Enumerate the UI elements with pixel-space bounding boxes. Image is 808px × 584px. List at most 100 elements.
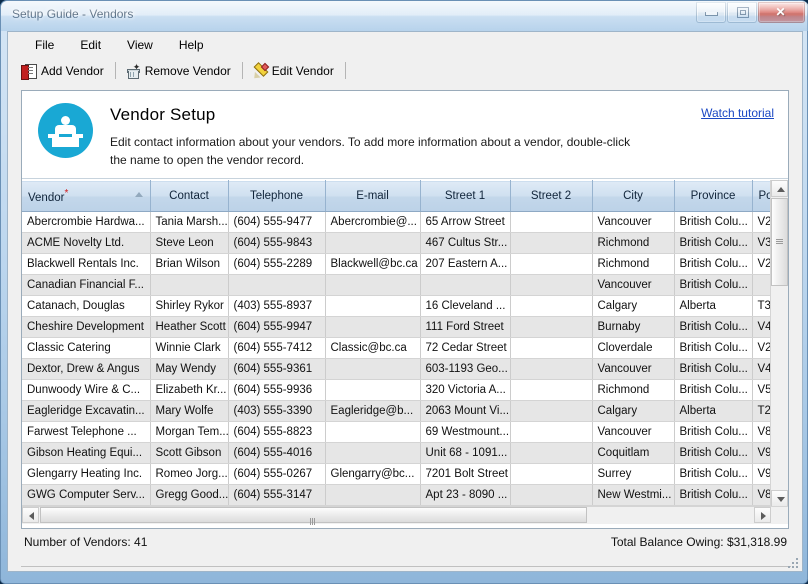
add-vendor-label: Add Vendor	[41, 64, 104, 78]
edit-vendor-button[interactable]: Edit Vendor	[247, 59, 341, 83]
remove-vendor-button[interactable]: ✦ Remove Vendor	[120, 59, 238, 83]
cell-vendor: Glengarry Heating Inc.	[22, 464, 150, 485]
cell-street1: 65 Arrow Street	[420, 212, 510, 233]
column-header-city[interactable]: City	[592, 181, 674, 212]
table-row[interactable]: Classic CateringWinnie Clark(604) 555-74…	[22, 338, 788, 359]
cell-contact: Steve Leon	[150, 233, 228, 254]
cell-city: Richmond	[592, 254, 674, 275]
cell-contact: Mary Wolfe	[150, 401, 228, 422]
resize-grip[interactable]	[786, 556, 798, 568]
cell-vendor: Abercrombie Hardwa...	[22, 212, 150, 233]
cell-street2	[510, 422, 592, 443]
cell-email	[325, 485, 420, 506]
table-row[interactable]: Dunwoody Wire & C...Elizabeth Kr...(604)…	[22, 380, 788, 401]
vendor-count-label: Number of Vendors: 41	[24, 535, 147, 549]
scroll-left-button[interactable]	[22, 507, 39, 523]
chevron-left-icon	[29, 512, 34, 520]
table-row[interactable]: Glengarry Heating Inc.Romeo Jorg...(604)…	[22, 464, 788, 485]
cell-province: British Colu...	[674, 275, 752, 296]
table-body: Abercrombie Hardwa...Tania Marsh...(604)…	[22, 212, 788, 506]
cell-street1: 72 Cedar Street	[420, 338, 510, 359]
scroll-up-button[interactable]	[771, 180, 788, 197]
table-row[interactable]: Eagleridge Excavatin...Mary Wolfe(403) 5…	[22, 401, 788, 422]
application-window: Setup Guide - Vendors ✕ File Edit View H…	[0, 0, 808, 584]
sort-ascending-icon	[135, 192, 143, 197]
cell-street2	[510, 401, 592, 422]
panel-description: Edit contact information about your vend…	[110, 133, 650, 169]
cell-province: British Colu...	[674, 380, 752, 401]
column-header-street1[interactable]: Street 1	[420, 181, 510, 212]
cell-city: Calgary	[592, 401, 674, 422]
column-header-telephone[interactable]: Telephone	[228, 181, 325, 212]
cell-province: British Colu...	[674, 317, 752, 338]
status-row: Number of Vendors: 41 Total Balance Owin…	[21, 535, 789, 565]
cell-email: Eagleridge@b...	[325, 401, 420, 422]
table-row[interactable]: Dextor, Drew & AngusMay Wendy(604) 555-9…	[22, 359, 788, 380]
table-row[interactable]: Catanach, DouglasShirley Rykor(403) 555-…	[22, 296, 788, 317]
table-row[interactable]: Abercrombie Hardwa...Tania Marsh...(604)…	[22, 212, 788, 233]
restore-icon	[737, 7, 749, 18]
column-header-contact[interactable]: Contact	[150, 181, 228, 212]
cell-email	[325, 296, 420, 317]
restore-button[interactable]	[727, 2, 757, 23]
cell-street2	[510, 464, 592, 485]
table-row[interactable]: Cheshire DevelopmentHeather Scott(604) 5…	[22, 317, 788, 338]
cell-street1: 7201 Bolt Street	[420, 464, 510, 485]
table-row[interactable]: GWG Computer Serv...Gregg Good...(604) 5…	[22, 485, 788, 506]
close-button[interactable]: ✕	[758, 2, 805, 23]
table-row[interactable]: Farwest Telephone ...Morgan Tem...(604) …	[22, 422, 788, 443]
menu-item-edit[interactable]: Edit	[67, 35, 114, 55]
cell-city: Richmond	[592, 380, 674, 401]
cell-contact: Shirley Rykor	[150, 296, 228, 317]
remove-vendor-icon: ✦	[124, 63, 140, 79]
chevron-right-icon	[761, 512, 766, 520]
cell-province: Alberta	[674, 296, 752, 317]
watch-tutorial-link[interactable]: Watch tutorial	[701, 106, 774, 120]
horizontal-scroll-thumb[interactable]	[40, 507, 587, 523]
cell-contact: Elizabeth Kr...	[150, 380, 228, 401]
add-vendor-button[interactable]: Add Vendor	[16, 59, 111, 83]
cell-city: Burnaby	[592, 317, 674, 338]
table-row[interactable]: ACME Novelty Ltd.Steve Leon(604) 555-984…	[22, 233, 788, 254]
column-header-vendor[interactable]: Vendor*	[22, 181, 150, 212]
column-header-email[interactable]: E-mail	[325, 181, 420, 212]
chevron-down-icon	[777, 497, 785, 502]
menu-item-view[interactable]: View	[114, 35, 166, 55]
cell-street2	[510, 275, 592, 296]
cell-street1: 111 Ford Street	[420, 317, 510, 338]
footer-divider	[21, 566, 791, 567]
table-row[interactable]: Blackwell Rentals Inc.Brian Wilson(604) …	[22, 254, 788, 275]
column-header-province[interactable]: Province	[674, 181, 752, 212]
cell-vendor: Catanach, Douglas	[22, 296, 150, 317]
table-row[interactable]: Canadian Financial F... VancouverBritish …	[22, 275, 788, 296]
page-title: Vendor Setup	[110, 105, 215, 125]
grid-vertical-scrollbar[interactable]	[770, 180, 788, 507]
add-vendor-icon	[20, 63, 36, 79]
toolbar-separator	[115, 62, 116, 79]
client-area: File Edit View Help Add Vendor ✦	[7, 31, 803, 572]
table-row[interactable]: Gibson Heating Equi...Scott Gibson(604) …	[22, 443, 788, 464]
cell-telephone: (604) 555-3147	[228, 485, 325, 506]
window-title: Setup Guide - Vendors	[12, 7, 133, 21]
scroll-down-button[interactable]	[771, 490, 788, 507]
column-header-street2[interactable]: Street 2	[510, 181, 592, 212]
cell-contact	[150, 275, 228, 296]
cell-street2	[510, 359, 592, 380]
menu-item-file[interactable]: File	[22, 35, 67, 55]
cell-vendor: Canadian Financial F...	[22, 275, 150, 296]
cell-contact: Winnie Clark	[150, 338, 228, 359]
minimize-button[interactable]	[696, 2, 726, 23]
window-controls: ✕	[695, 2, 805, 23]
cell-city: Vancouver	[592, 275, 674, 296]
total-balance-label: Total Balance Owing: $31,318.99	[611, 535, 787, 549]
cell-email: Abercrombie@...	[325, 212, 420, 233]
vertical-scroll-thumb[interactable]	[771, 198, 788, 286]
cell-telephone: (604) 555-9947	[228, 317, 325, 338]
cell-contact: Romeo Jorg...	[150, 464, 228, 485]
grid-horizontal-scrollbar[interactable]	[22, 506, 788, 524]
cell-email: Glengarry@bc...	[325, 464, 420, 485]
scroll-right-button[interactable]	[754, 507, 771, 523]
cell-city: Richmond	[592, 233, 674, 254]
cell-street1: Apt 23 - 8090 ...	[420, 485, 510, 506]
menu-item-help[interactable]: Help	[166, 35, 217, 55]
